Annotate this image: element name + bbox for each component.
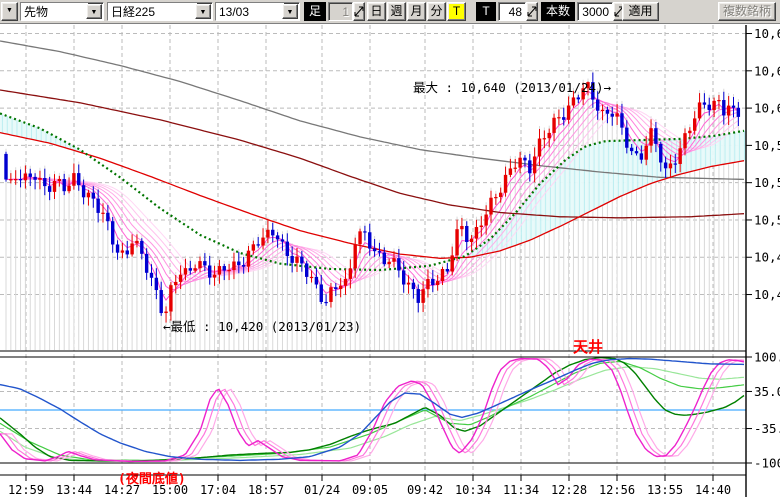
spin-icon (354, 3, 364, 20)
svg-text:10,580: 10,580 (754, 138, 780, 153)
chevron-down-icon[interactable]: ▼ (86, 4, 102, 19)
svg-text:11:34: 11:34 (503, 483, 539, 497)
tick-count-input[interactable]: 48 (498, 2, 526, 21)
multi-symbol-button[interactable]: 複数銘柄 (718, 2, 776, 21)
svg-text:01/24: 01/24 (304, 483, 340, 497)
svg-text:10:34: 10:34 (455, 483, 491, 497)
toolbar: ▼ 先物 ▼ 日経225 ▼ 13/03 ▼ 足 1 日 週 月 分 T T (0, 0, 780, 24)
svg-text:←最低 : 10,420 (2013/01/23): ←最低 : 10,420 (2013/01/23) (163, 319, 361, 334)
bar-count-label: 本数 (541, 2, 575, 21)
svg-text:09:42: 09:42 (407, 483, 443, 497)
svg-text:09:05: 09:05 (352, 483, 388, 497)
tick-label: T (476, 2, 496, 21)
bar-interval-input[interactable]: 1 (328, 2, 353, 21)
svg-text:10,545: 10,545 (754, 175, 780, 190)
svg-text:-100.0: -100.0 (754, 456, 780, 471)
svg-text:10,650: 10,650 (754, 63, 780, 78)
svg-text:17:04: 17:04 (200, 483, 236, 497)
bar-count-input[interactable]: 3000 (577, 2, 613, 21)
period-month-button[interactable]: 月 (407, 2, 426, 21)
period-day-button[interactable]: 日 (367, 2, 386, 21)
history-dropdown-button[interactable]: ▼ (1, 2, 18, 21)
svg-text:12:56: 12:56 (599, 483, 635, 497)
contract-month-select[interactable]: 13/03 ▼ (215, 2, 300, 21)
svg-text:13:55: 13:55 (647, 483, 683, 497)
svg-text:12:28: 12:28 (551, 483, 587, 497)
symbol-select[interactable]: 日経225 ▼ (107, 2, 213, 21)
svg-text:天井: 天井 (573, 338, 603, 356)
market-select[interactable]: 先物 ▼ (20, 2, 104, 21)
svg-text:35.00: 35.00 (754, 384, 780, 399)
tick-count-spinner[interactable] (526, 2, 538, 21)
chevron-down-icon: ▼ (6, 7, 13, 14)
apply-button[interactable]: 適用 (622, 2, 659, 21)
period-minute-button[interactable]: 分 (427, 2, 446, 21)
svg-text:14:40: 14:40 (695, 483, 731, 497)
svg-text:10,510: 10,510 (754, 212, 780, 227)
svg-text:10,475: 10,475 (754, 250, 780, 265)
svg-text:10,615: 10,615 (754, 101, 780, 116)
bar-interval-spinner[interactable] (353, 2, 365, 21)
svg-text:最大 : 10,640 (2013/01/24)→: 最大 : 10,640 (2013/01/24)→ (413, 80, 612, 95)
svg-text:-35.00: -35.00 (754, 421, 780, 436)
chart-canvas[interactable]: 10,685 10,650 10,615 10,580 10,545 10,510 10,4… (0, 0, 780, 501)
spin-icon (527, 3, 537, 20)
chevron-down-icon[interactable]: ▼ (282, 4, 298, 19)
svg-text:13:44: 13:44 (56, 483, 92, 497)
svg-text:12:59: 12:59 (8, 483, 44, 497)
svg-text:10,440: 10,440 (754, 287, 780, 302)
market-select-value: 先物 (21, 3, 88, 20)
svg-text:(夜間底値): (夜間底値) (118, 471, 186, 487)
contract-month-value: 13/03 (216, 3, 284, 20)
svg-text:10,685: 10,685 (754, 26, 780, 41)
symbol-select-value: 日経225 (108, 3, 197, 20)
svg-text:100.00: 100.00 (754, 350, 780, 365)
period-week-button[interactable]: 週 (387, 2, 406, 21)
period-tick-button[interactable]: T (447, 2, 466, 21)
chart-application-window: ▼ 先物 ▼ 日経225 ▼ 13/03 ▼ 足 1 日 週 月 分 T T (0, 0, 780, 501)
svg-text:18:57: 18:57 (248, 483, 284, 497)
bar-type-label: 足 (304, 2, 326, 21)
chevron-down-icon[interactable]: ▼ (195, 4, 211, 19)
